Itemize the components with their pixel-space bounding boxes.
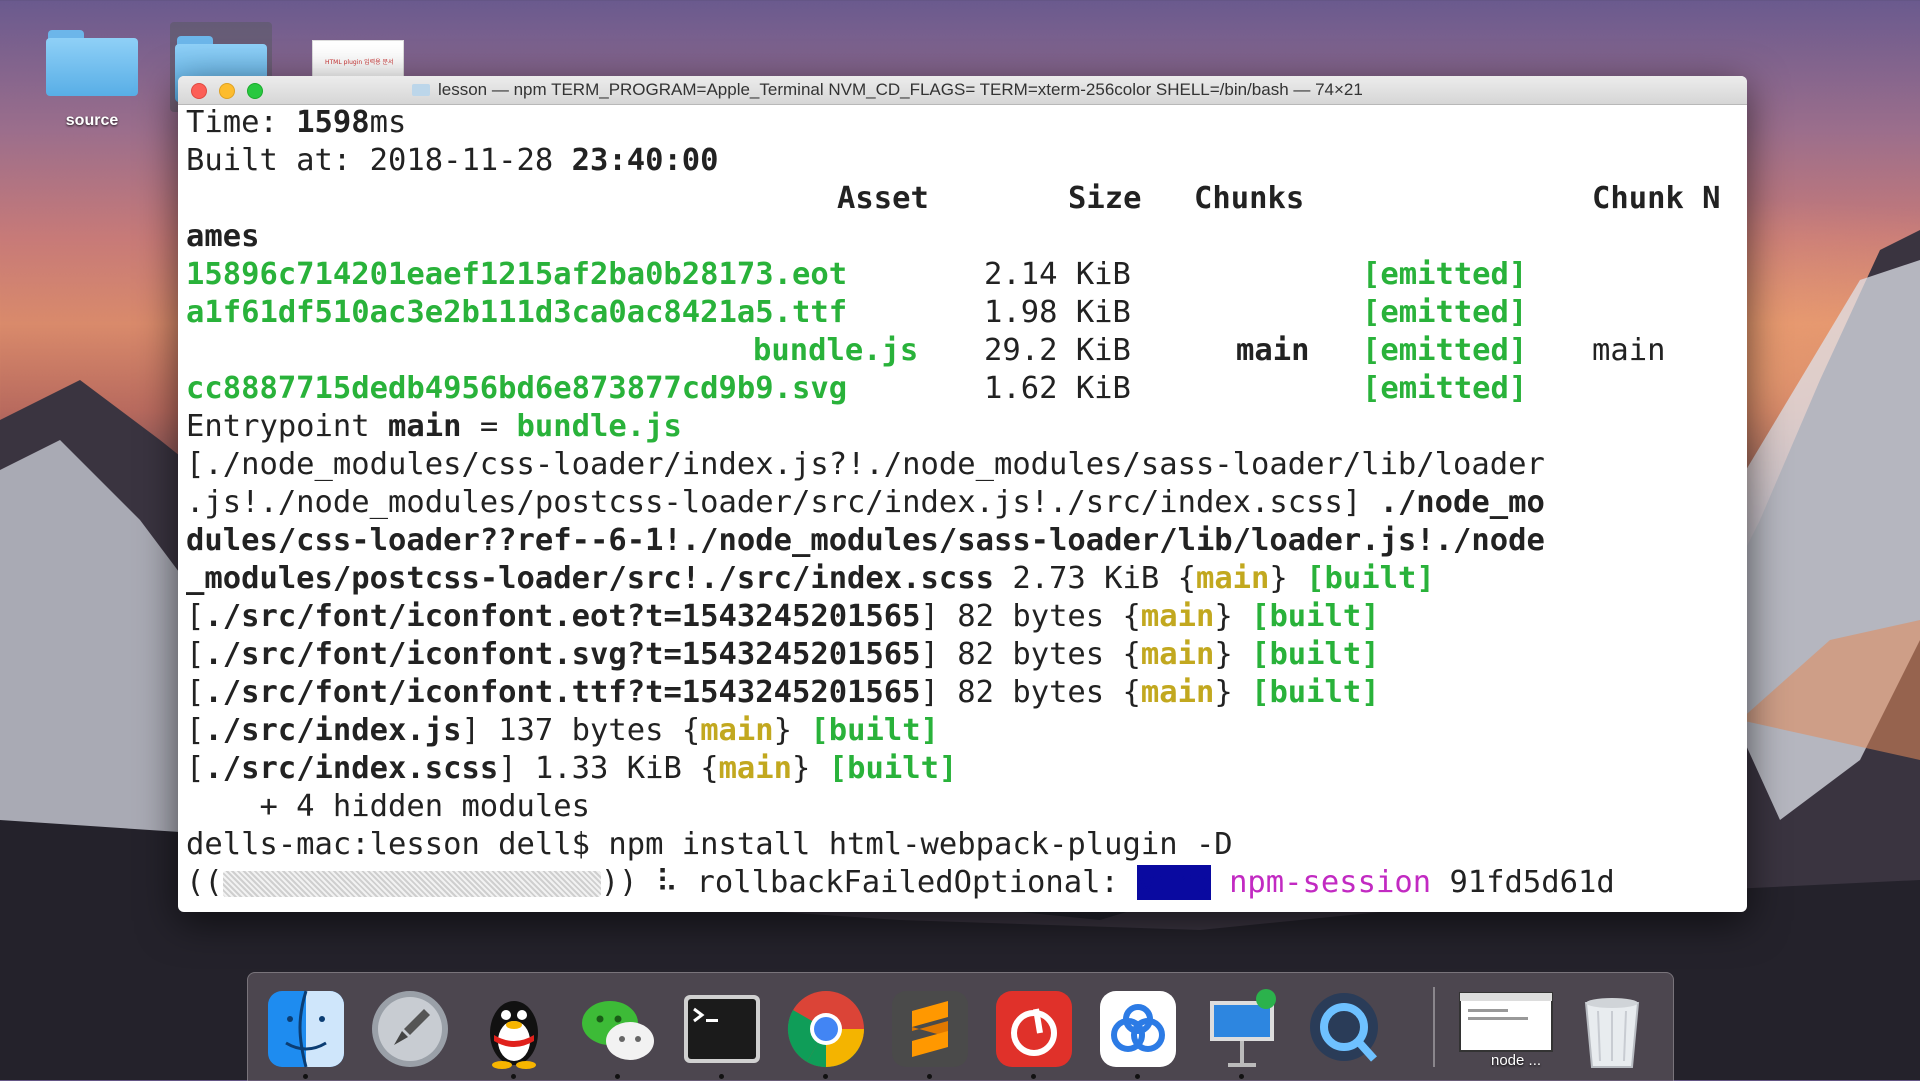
running-indicator bbox=[615, 1074, 620, 1079]
module-line: .js!./node_modules/postcss-loader/src/in… bbox=[186, 485, 1545, 520]
module-line: [./src/font/iconfont.svg?t=1543245201565… bbox=[186, 637, 1380, 672]
module-line: [./src/index.js] 137 bytes {main} [built… bbox=[186, 713, 939, 748]
running-indicator bbox=[927, 1074, 932, 1079]
dock-quicktime[interactable] bbox=[1304, 987, 1388, 1071]
running-indicator bbox=[719, 1074, 724, 1079]
asset-status: [emitted] bbox=[1362, 295, 1528, 330]
running-indicator bbox=[511, 1074, 516, 1079]
dock-wechat[interactable] bbox=[576, 987, 660, 1071]
running-indicator bbox=[823, 1074, 828, 1079]
terminal-output[interactable]: Time: 1598ms Built at: 2018-11-28 23:40:… bbox=[186, 105, 1747, 912]
asset-chunk-names: main bbox=[1592, 333, 1666, 368]
module-line: [./node_modules/css-loader/index.js?!./n… bbox=[186, 447, 1545, 482]
running-indicator bbox=[1239, 1074, 1244, 1079]
document-thumbnail-text: HTML plugin 입력용 문서 bbox=[325, 59, 394, 66]
module-line: dules/css-loader??ref--6-1!./node_module… bbox=[186, 523, 1545, 558]
terminal-window[interactable]: lesson — npm TERM_PROGRAM=Apple_Terminal… bbox=[178, 76, 1747, 912]
dock-qq[interactable] bbox=[472, 987, 556, 1071]
desktop-folder-label: source bbox=[65, 112, 119, 129]
header-chunk-names: Chunk N bbox=[1592, 181, 1721, 216]
quicktime-icon bbox=[1310, 993, 1378, 1062]
asset-name: 15896c714201eaef1215af2ba0b28173.eot bbox=[186, 257, 848, 292]
header-asset: Asset bbox=[837, 181, 929, 216]
window-title: lesson — npm TERM_PROGRAM=Apple_Terminal… bbox=[438, 80, 1363, 99]
sublime-text-icon bbox=[892, 991, 968, 1067]
terminal-icon bbox=[684, 995, 760, 1063]
dock-baidu-netdisk[interactable] bbox=[1096, 987, 1180, 1071]
dock bbox=[247, 972, 1674, 1081]
chrome-icon bbox=[787, 991, 864, 1068]
asset-status: [emitted] bbox=[1362, 333, 1528, 368]
asset-status: [emitted] bbox=[1362, 371, 1528, 406]
rocket-icon bbox=[372, 991, 448, 1067]
wechat-icon bbox=[582, 1001, 654, 1060]
minimize-window-button[interactable] bbox=[219, 83, 235, 99]
netease-music-icon bbox=[996, 991, 1072, 1067]
asset-size: 1.98 KiB bbox=[984, 295, 1131, 330]
npm-progress-line: (()) ⠧ rollbackFailedOptional: verb npm-… bbox=[186, 865, 1615, 900]
running-indicator bbox=[1031, 1074, 1036, 1079]
dock-chrome[interactable] bbox=[784, 987, 868, 1071]
finder-icon bbox=[268, 990, 344, 1068]
asset-name: a1f61df510ac3e2b111d3ca0ac8421a5.ttf bbox=[186, 295, 848, 330]
asset-size: 2.14 KiB bbox=[984, 257, 1131, 292]
qq-penguin-icon bbox=[490, 1001, 538, 1069]
asset-size: 1.62 KiB bbox=[984, 371, 1131, 406]
trash-icon bbox=[1584, 998, 1640, 1068]
close-window-button[interactable] bbox=[191, 83, 207, 99]
desktop-folder-source[interactable]: source bbox=[44, 30, 140, 130]
module-line: [./src/font/iconfont.ttf?t=1543245201565… bbox=[186, 675, 1380, 710]
dock-node-label: node ... bbox=[1491, 1052, 1542, 1069]
running-indicator bbox=[1135, 1074, 1140, 1079]
dock-sublime-text[interactable] bbox=[888, 987, 972, 1071]
module-line: [./src/index.scss] 1.33 KiB {main} [buil… bbox=[186, 751, 958, 786]
asset-status: [emitted] bbox=[1362, 257, 1528, 292]
dock-trash[interactable] bbox=[1570, 987, 1654, 1071]
maximize-window-button[interactable] bbox=[247, 83, 263, 99]
command-prompt-line[interactable]: dells-mac:lesson dell$ npm install html-… bbox=[186, 826, 1233, 864]
header-chunk-names-wrap: ames bbox=[186, 219, 260, 254]
hidden-modules-line: + 4 hidden modules bbox=[186, 789, 590, 824]
dock-keynote[interactable] bbox=[1200, 987, 1284, 1071]
dock-finder[interactable] bbox=[264, 987, 348, 1071]
keynote-icon bbox=[1210, 989, 1276, 1067]
window-thumbnail-icon bbox=[1459, 992, 1553, 1052]
dock-launchpad[interactable] bbox=[368, 987, 452, 1071]
baidu-netdisk-icon bbox=[1100, 991, 1176, 1067]
dock-terminal[interactable] bbox=[680, 987, 764, 1071]
terminal-titlebar[interactable]: lesson — npm TERM_PROGRAM=Apple_Terminal… bbox=[178, 76, 1747, 105]
build-time-line: Time: 1598ms bbox=[186, 105, 407, 140]
dock-divider bbox=[1433, 987, 1435, 1067]
npm-progress-bar bbox=[222, 870, 601, 897]
module-line: _modules/postcss-loader/src!./src/index.… bbox=[186, 561, 1435, 596]
built-at-line: Built at: 2018-11-28 23:40:00 bbox=[186, 143, 719, 178]
module-line: [./src/font/iconfont.eot?t=1543245201565… bbox=[186, 599, 1380, 634]
asset-name: bundle.js bbox=[753, 333, 919, 368]
asset-name: cc8887715dedb4956bd6e873877cd9b9.svg bbox=[186, 371, 848, 406]
folder-icon bbox=[46, 30, 138, 96]
asset-size: 29.2 KiB bbox=[984, 333, 1131, 368]
running-indicator bbox=[303, 1074, 308, 1079]
entrypoint-line: Entrypoint main = bundle.js bbox=[186, 409, 682, 444]
dock-netease-music[interactable] bbox=[992, 987, 1076, 1071]
header-size: Size bbox=[1068, 181, 1142, 216]
asset-chunks: main bbox=[1236, 333, 1310, 368]
header-chunks: Chunks bbox=[1194, 181, 1305, 216]
